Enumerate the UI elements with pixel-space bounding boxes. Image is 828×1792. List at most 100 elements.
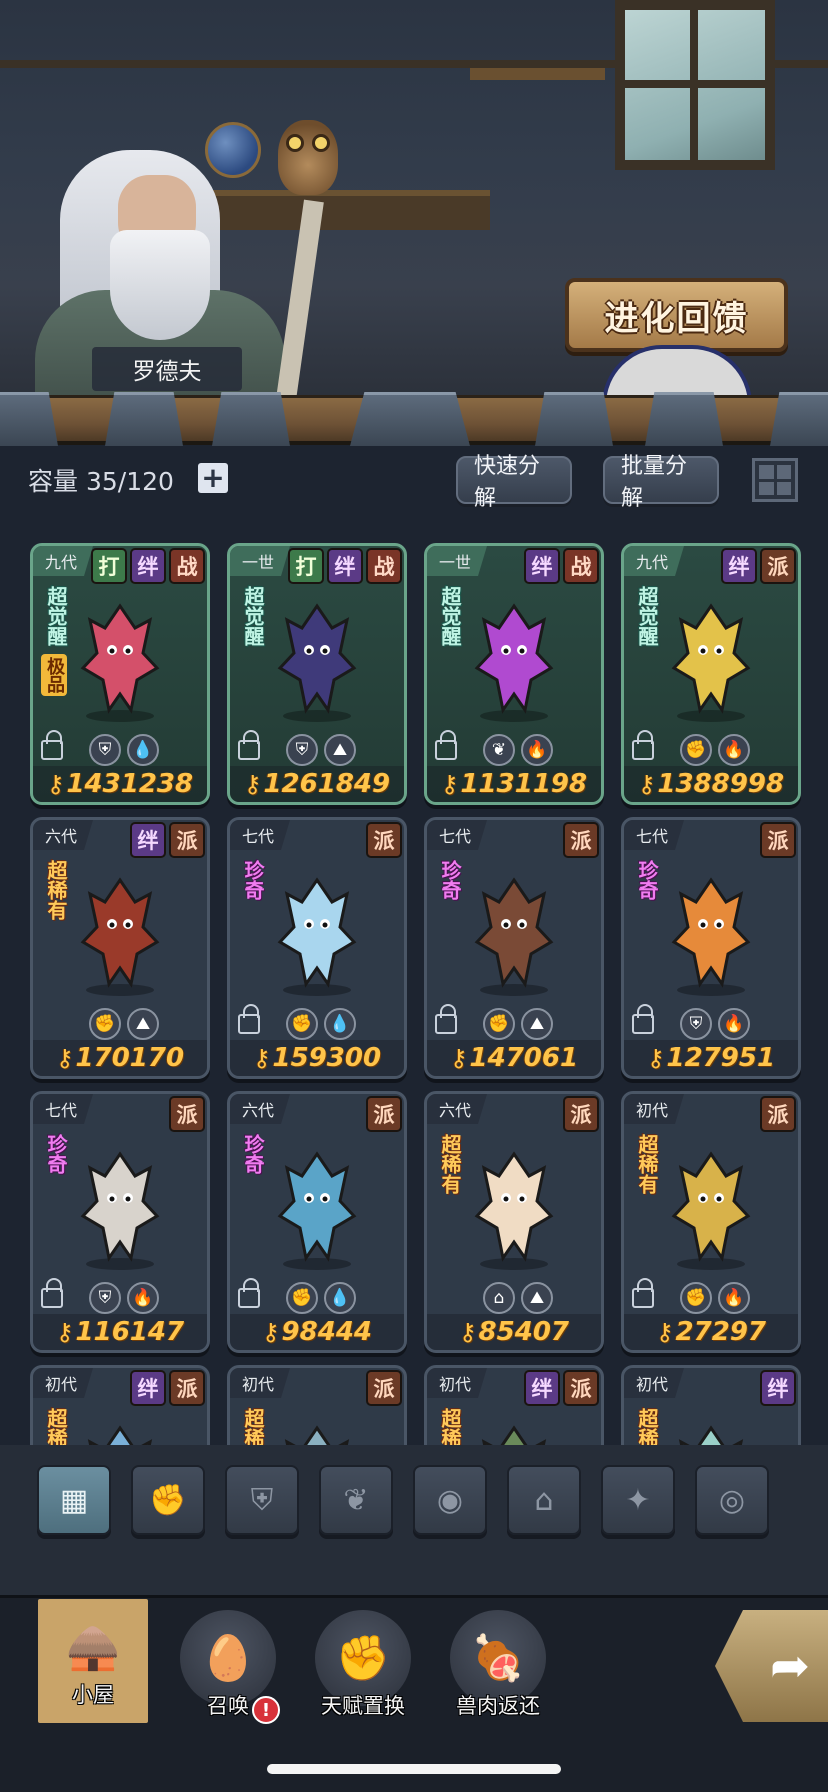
filter-swirl-icon[interactable]: ◎ (695, 1465, 769, 1535)
nav-hut[interactable]: 🛖 小屋 (38, 1599, 148, 1723)
pet-card[interactable]: 七代派珍奇 ✊ ⛰ ⚷ 147061 (424, 817, 604, 1079)
nav-talent-swap-label: 天赋置换 (321, 1694, 405, 1718)
power-value: 159300 (272, 1043, 382, 1073)
tag-group: 绊战 (524, 548, 599, 584)
pet-card[interactable]: 初代派超稀有 ✊ 🔥 ⚷ 27297 (621, 1091, 801, 1353)
trait-tag: 派 (563, 822, 599, 858)
filter-claw-icon[interactable]: ✊ (131, 1465, 205, 1535)
pet-card[interactable]: 六代派珍奇 ✊ 💧 ⚷ 98444 (227, 1091, 407, 1353)
home-indicator[interactable] (267, 1764, 561, 1774)
npc-name-plate[interactable]: 罗德夫 (92, 347, 242, 391)
hut-scene: 罗德夫 进化回馈 (0, 0, 828, 410)
pet-card[interactable]: 一世绊战超觉醒 ❦ 🔥 ⚷ 1131198 (424, 543, 604, 805)
power-value: 147061 (469, 1043, 579, 1073)
shield-icon: ⛨ (286, 734, 318, 766)
tag-group: 派 (563, 1096, 599, 1132)
pet-card[interactable]: 七代派珍奇 ⛨ 🔥 ⚷ 116147 (30, 1091, 210, 1353)
pet-card[interactable]: 九代绊派超觉醒 ✊ 🔥 ⚷ 1388998 (621, 543, 801, 805)
window-frame (615, 80, 775, 88)
power-row: ⚷ 170170 (33, 1040, 207, 1076)
pet-card[interactable]: 初代 绊派超稀 (30, 1365, 210, 1445)
trait-tag: 绊 (524, 548, 560, 584)
trait-tag: 绊 (721, 548, 757, 584)
water-icon: 💧 (127, 734, 159, 766)
grid-view-icon[interactable] (752, 458, 798, 502)
trait-tag: 绊 (130, 548, 166, 584)
pet-portrait (262, 1420, 372, 1445)
lock-icon[interactable] (238, 1004, 260, 1034)
power-key-icon: ⚷ (261, 1318, 280, 1346)
power-key-icon: ⚷ (646, 1044, 665, 1072)
npc-sage-beard (110, 230, 210, 340)
trait-tag: 绊 (524, 1370, 560, 1406)
expand-capacity-button[interactable]: + (198, 463, 228, 493)
power-value: 170170 (75, 1043, 185, 1073)
lock-icon[interactable] (632, 1004, 654, 1034)
power-key-icon: ⚷ (55, 1318, 74, 1346)
pet-card[interactable]: 初代 绊超稀 (621, 1365, 801, 1445)
desk (205, 190, 490, 230)
generation-label: 六代 (427, 1094, 487, 1124)
npc-name: 罗德夫 (132, 359, 202, 385)
nav-talent-swap[interactable]: ✊ 天赋置换 (308, 1610, 418, 1720)
trait-tag: 派 (366, 822, 402, 858)
filter-star-icon[interactable]: ✦ (601, 1465, 675, 1535)
rarity-label: 超觉醒 (241, 586, 265, 646)
pet-portrait (65, 872, 175, 1001)
pet-card[interactable]: 七代派珍奇 ⛨ 🔥 ⚷ 127951 (621, 817, 801, 1079)
filter-bar: ▦ ✊ ⛨ ❦ ◉ ⌂ ✦ ◎ (0, 1445, 828, 1595)
generation-label: 初代 (624, 1368, 684, 1398)
beam-clamp (350, 392, 470, 446)
lock-icon[interactable] (41, 730, 63, 760)
lock-icon[interactable] (41, 1278, 63, 1308)
rarity-label: 超稀有 (44, 860, 68, 920)
lock-icon[interactable] (238, 1278, 260, 1308)
pet-portrait (65, 1420, 175, 1445)
lock-icon[interactable] (632, 1278, 654, 1308)
nav-meat-return[interactable]: 🍖 兽肉返还 (443, 1610, 553, 1720)
pet-card[interactable]: 初代 绊派超稀 (424, 1365, 604, 1445)
evolution-reward-button[interactable]: 进化回馈 (565, 278, 788, 352)
filter-temple-icon[interactable]: ⌂ (507, 1465, 581, 1535)
pet-card[interactable]: 七代派珍奇 ✊ 💧 ⚷ 159300 (227, 817, 407, 1079)
generation-label: 六代 (33, 820, 93, 850)
pet-portrait (65, 1146, 175, 1275)
generation-label: 一世 (230, 546, 290, 576)
capacity-value: 35/120 (85, 467, 174, 496)
fire-icon: 🔥 (127, 1282, 159, 1314)
power-key-icon: ⚷ (46, 770, 65, 798)
next-arrow-button[interactable]: ➦ (715, 1610, 828, 1722)
power-row: ⚷ 1431238 (33, 766, 207, 802)
claw-icon: ✊ (286, 1008, 318, 1040)
filter-shield-icon[interactable]: ⛨ (225, 1465, 299, 1535)
trait-tag: 派 (563, 1370, 599, 1406)
generation-label: 七代 (33, 1094, 93, 1124)
filter-plant-icon[interactable]: ❦ (319, 1465, 393, 1535)
filter-all-icon[interactable]: ▦ (37, 1465, 111, 1535)
fire-icon: 🔥 (718, 1008, 750, 1040)
lock-icon[interactable] (435, 1004, 457, 1034)
pet-card[interactable]: 六代派超稀有 ⌂ ⛰ ⚷ 85407 (424, 1091, 604, 1353)
power-value: 85407 (478, 1317, 570, 1347)
pet-card[interactable]: 初代 派超稀 (227, 1365, 407, 1445)
batch-decompose-button[interactable]: 批量分解 (603, 454, 719, 511)
lock-icon[interactable] (238, 730, 260, 760)
pet-portrait (65, 598, 175, 727)
capacity-display: 容量 35/120 (28, 462, 174, 498)
quick-decompose-button[interactable]: 快速分解 (456, 454, 572, 511)
tag-group: 绊派 (721, 548, 796, 584)
rarity-label: 超稀有 (438, 1134, 462, 1194)
lock-icon[interactable] (632, 730, 654, 760)
pet-card[interactable]: 九代打绊战超觉醒 极品 ⛨ 💧 ⚷ 1431238 (30, 543, 210, 805)
lock-icon[interactable] (435, 730, 457, 760)
filter-egg-icon[interactable]: ◉ (413, 1465, 487, 1535)
power-row: ⚷ 147061 (427, 1040, 601, 1076)
pet-card[interactable]: 六代绊派超稀有 ✊ ⛰ ⚷ 170170 (30, 817, 210, 1079)
water-icon: 💧 (324, 1008, 356, 1040)
pet-card[interactable]: 一世打绊战超觉醒 ⛨ ⛰ ⚷ 1261849 (227, 543, 407, 805)
claw-icon: ✊ (483, 1008, 515, 1040)
beam-clamp (535, 392, 613, 446)
rarity-label: 珍奇 (635, 860, 659, 900)
power-row: ⚷ 85407 (427, 1314, 601, 1350)
rarity-label: 珍奇 (438, 860, 462, 900)
